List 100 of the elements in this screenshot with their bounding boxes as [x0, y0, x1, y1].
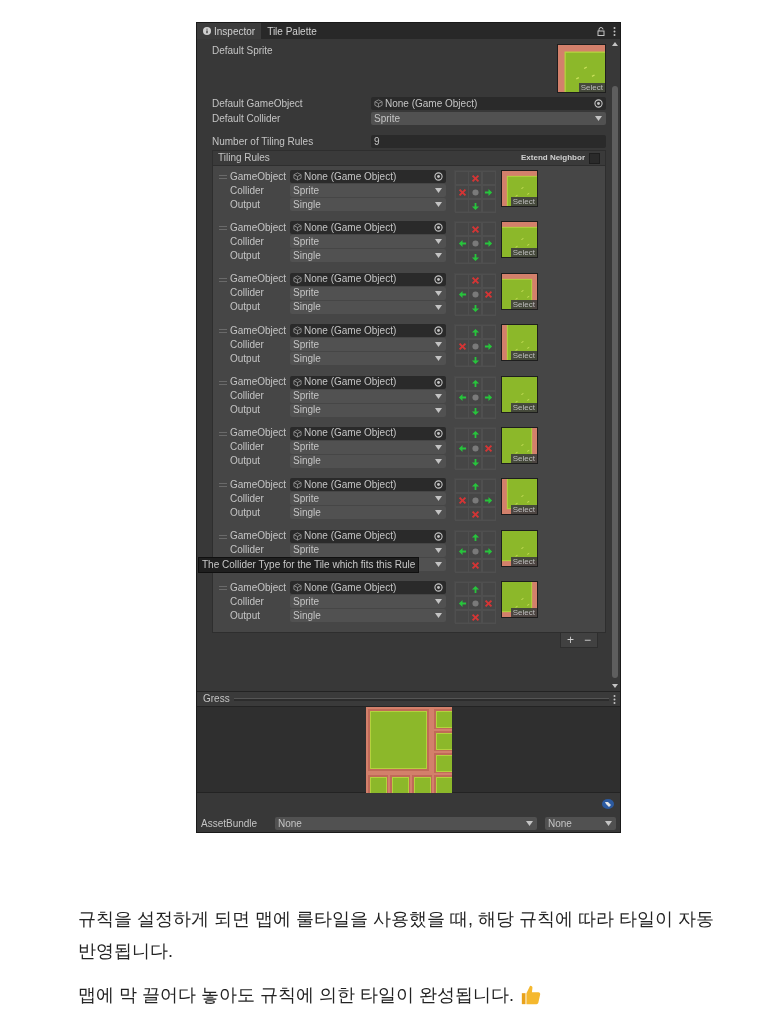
sprite-preview[interactable]: Select — [501, 478, 538, 516]
tab[interactable]: Tile Palette — [261, 23, 323, 39]
object-picker-icon[interactable] — [434, 377, 443, 387]
lock-icon[interactable] — [597, 26, 605, 36]
add-rule-button[interactable]: + — [566, 633, 574, 646]
checkbox-label: Extend Neighbor — [521, 152, 585, 164]
dropdown[interactable]: Single — [290, 249, 446, 263]
object-picker-icon[interactable] — [594, 99, 603, 108]
select-label[interactable]: Select — [510, 505, 537, 515]
dropdown[interactable]: Sprite — [290, 235, 446, 249]
field-label: GameObject — [230, 272, 288, 287]
object-field[interactable]: None (Game Object) — [290, 478, 446, 492]
object-field[interactable]: None (Game Object) — [290, 221, 446, 235]
sprite-preview[interactable]: Select — [501, 529, 538, 567]
tag-icon[interactable] — [602, 799, 614, 809]
tooltip: The Collider Type for the Tile which fits this Rule — [198, 556, 420, 573]
dropdown[interactable]: Sprite — [290, 440, 446, 454]
sprite-preview[interactable]: Select — [501, 272, 538, 310]
center-dot-icon — [471, 394, 479, 402]
object-picker-icon[interactable] — [434, 223, 443, 233]
dropdown-caret-icon — [435, 393, 442, 399]
dropdown-caret-icon — [435, 599, 442, 605]
object-picker-icon[interactable] — [434, 531, 443, 541]
checkbox[interactable] — [589, 152, 600, 164]
field-label: GameObject — [230, 580, 288, 595]
center-dot-icon — [471, 599, 479, 607]
object-picker-icon[interactable] — [434, 274, 443, 284]
dropdown[interactable]: Single — [290, 609, 446, 623]
scroll-down-icon[interactable] — [612, 684, 618, 688]
select-label[interactable]: Select — [510, 608, 537, 618]
field-label: Output — [230, 403, 262, 418]
object-field[interactable]: None (Game Object) — [290, 170, 446, 183]
object-picker-icon[interactable] — [434, 172, 443, 181]
select-label[interactable]: Select — [510, 351, 537, 361]
field-label: AssetBundle — [201, 816, 259, 831]
dropdown[interactable]: Sprite — [290, 595, 446, 609]
dropdown-caret-icon — [435, 444, 442, 450]
dropdown[interactable]: Sprite — [290, 338, 446, 352]
dropdown[interactable]: Sprite — [290, 543, 446, 557]
tile-sprite-drawing — [558, 45, 605, 92]
caption-paragraph: 규칙을 설정하게 되면 맵에 룰타일을 사용했을 때, 해당 규칙에 따라 타일이 자동 반영됩니다. — [78, 908, 715, 963]
select-label[interactable]: Select — [578, 83, 605, 92]
drag-handle-icon[interactable] — [219, 175, 227, 179]
sprite-preview[interactable]: Select — [501, 221, 538, 259]
sprite-preview[interactable]: Select — [501, 426, 538, 464]
drag-handle-icon[interactable] — [219, 277, 227, 282]
dropdown[interactable]: Sprite — [290, 492, 446, 506]
dropdown[interactable]: Sprite — [371, 112, 606, 125]
object-field[interactable]: None (Game Object) — [290, 375, 446, 389]
more-options-icon[interactable] — [613, 26, 616, 36]
object-field[interactable]: None (Game Object) — [290, 324, 446, 338]
sprite-preview[interactable]: Select — [501, 324, 538, 362]
dropdown[interactable]: Sprite — [290, 184, 446, 197]
select-label[interactable]: Select — [510, 248, 537, 258]
select-label[interactable]: Select — [510, 197, 537, 206]
select-label[interactable]: Select — [510, 299, 537, 309]
object-picker-icon[interactable] — [434, 583, 443, 593]
drag-handle-icon[interactable] — [219, 431, 227, 436]
drag-handle-icon[interactable] — [219, 586, 227, 591]
sprite-preview[interactable]: Select — [501, 375, 538, 413]
drag-handle-icon[interactable] — [219, 329, 227, 334]
sprite-preview[interactable]: Select — [501, 170, 538, 207]
sprite-preview[interactable]: Select — [557, 44, 606, 93]
dropdown[interactable]: Sprite — [290, 389, 446, 403]
dropdown[interactable]: Single — [290, 506, 446, 520]
scroll-up-icon[interactable] — [612, 42, 618, 46]
dropdown[interactable]: None — [545, 817, 616, 830]
field-label: GameObject — [230, 477, 288, 492]
object-picker-icon[interactable] — [434, 480, 443, 490]
object-field[interactable]: None (Game Object) — [290, 529, 446, 543]
dropdown[interactable]: None — [275, 817, 537, 830]
object-field[interactable]: None (Game Object) — [290, 272, 446, 286]
select-label[interactable]: Select — [510, 556, 537, 566]
object-field[interactable]: None (Game Object) — [290, 426, 446, 440]
select-label[interactable]: Select — [510, 402, 537, 412]
number-field[interactable]: 9 — [371, 135, 606, 148]
tab[interactable]: Inspector — [197, 23, 262, 39]
cube-icon — [293, 326, 302, 336]
drag-handle-icon[interactable] — [219, 380, 227, 385]
more-options-icon[interactable] — [613, 694, 616, 704]
select-label[interactable]: Select — [510, 453, 537, 463]
drag-handle-icon[interactable] — [219, 534, 227, 539]
object-picker-icon[interactable] — [434, 326, 443, 336]
remove-rule-button[interactable]: − — [584, 633, 591, 646]
field-label: Default GameObject — [212, 96, 304, 111]
dropdown[interactable]: Single — [290, 198, 446, 211]
object-picker-icon[interactable] — [434, 428, 443, 438]
preview-title: Gress — [203, 692, 230, 706]
dropdown[interactable]: Single — [290, 454, 446, 468]
dropdown[interactable]: Single — [290, 300, 446, 314]
field-label: GameObject — [230, 529, 288, 544]
object-field[interactable]: None (Game Object) — [371, 97, 606, 110]
dropdown[interactable]: Single — [290, 403, 446, 417]
dropdown[interactable]: Sprite — [290, 286, 446, 300]
sprite-preview[interactable]: Select — [501, 581, 538, 619]
dropdown-caret-icon — [435, 510, 442, 516]
dropdown[interactable]: Single — [290, 352, 446, 366]
drag-handle-icon[interactable] — [219, 226, 227, 231]
drag-handle-icon[interactable] — [219, 483, 227, 488]
object-field[interactable]: None (Game Object) — [290, 581, 446, 595]
